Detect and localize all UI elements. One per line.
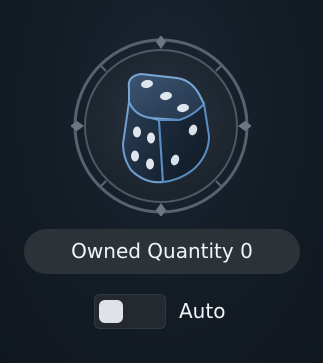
toggle-knob: [99, 299, 123, 323]
owned-quantity-label: Owned Quantity 0: [24, 229, 300, 274]
auto-toggle[interactable]: [94, 293, 166, 329]
dice-emblem: [71, 36, 251, 216]
auto-row: Auto: [94, 293, 225, 329]
item-panel: Owned Quantity 0 Auto: [0, 0, 323, 363]
dice-icon: [121, 72, 211, 184]
auto-label: Auto: [179, 299, 226, 323]
